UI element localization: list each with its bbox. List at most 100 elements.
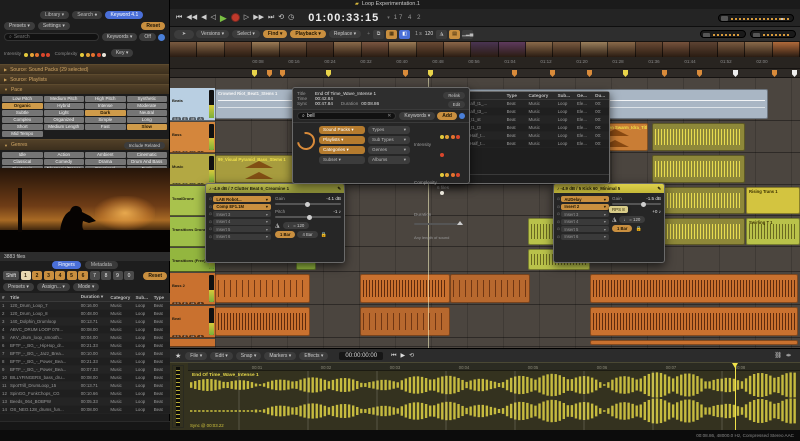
inspector-types-dropdown[interactable]: Types▾ bbox=[368, 126, 410, 134]
file-dropdown[interactable]: File ▾ bbox=[185, 352, 207, 360]
off-toggle-label[interactable]: Off bbox=[139, 33, 156, 41]
inspector-intensity-dots[interactable] bbox=[440, 126, 465, 162]
intensity-dot[interactable] bbox=[46, 53, 50, 57]
power-icon[interactable]: ⏻ bbox=[209, 205, 212, 209]
file-row[interactable]: 13Beeds_064_BOBPW00:05.33MusicLoopBeat bbox=[0, 398, 170, 406]
track-m-button[interactable]: M bbox=[189, 335, 196, 338]
genre-button-classical[interactable]: Classical bbox=[2, 159, 43, 165]
finger-key-4[interactable]: 4 bbox=[55, 271, 65, 280]
track-header-music[interactable]: Music0.0EMALINK bbox=[170, 154, 215, 185]
waveform-view-icon[interactable]: ▁▂▄ bbox=[462, 30, 473, 39]
metronome-icon[interactable]: ◮ bbox=[612, 216, 617, 223]
file-row[interactable]: 11SpotTrill_DrumLoop_1500:13.71MusicLoop… bbox=[0, 382, 170, 390]
intensity-dot[interactable] bbox=[445, 135, 449, 139]
track-e-button[interactable]: E bbox=[182, 215, 188, 216]
genre-button-cinematic[interactable]: Cinematic bbox=[127, 152, 168, 158]
key-dropdown[interactable]: Key ▾ bbox=[111, 49, 134, 57]
pace-button-low-pitch[interactable]: Low Pitch bbox=[2, 96, 43, 102]
finger-key-0[interactable]: 0 bbox=[124, 271, 134, 280]
finger-reset-button[interactable]: Reset bbox=[143, 272, 167, 280]
wave-playhead[interactable] bbox=[735, 363, 736, 431]
fast-forward-button[interactable]: ▶▶ bbox=[253, 13, 264, 23]
pace-button-organized[interactable]: Organized bbox=[44, 117, 85, 123]
pace-button-medium-length[interactable]: Medium Length bbox=[44, 124, 85, 130]
clip-swirling-t-1[interactable]: Swirling T 1 bbox=[746, 218, 800, 245]
intensity-dot[interactable] bbox=[456, 135, 460, 139]
power-icon[interactable]: ⏻ bbox=[209, 227, 212, 231]
timeline-marker[interactable] bbox=[326, 70, 331, 77]
power-icon[interactable]: ⏻ bbox=[557, 205, 560, 209]
replace-dropdown[interactable]: Replace ▾ bbox=[329, 30, 361, 38]
favorite-star-icon[interactable]: ★ bbox=[175, 352, 181, 360]
timeline-marker[interactable] bbox=[267, 70, 272, 77]
insert-insert-5[interactable]: Insert 5▾ bbox=[213, 226, 271, 232]
track-e-button[interactable]: E bbox=[182, 151, 188, 153]
column-header-type[interactable]: Type bbox=[505, 92, 527, 100]
finger-key-3[interactable]: 3 bbox=[44, 271, 54, 280]
complexity-dot[interactable] bbox=[445, 173, 449, 177]
editor-loop-button[interactable]: ⟲ bbox=[409, 351, 414, 361]
snap-dropdown[interactable]: Snap ▾ bbox=[236, 352, 262, 360]
file-row[interactable]: 5AKV_drum_loop_smooth...00:04.00MusicLoo… bbox=[0, 334, 170, 342]
edit-button[interactable]: Edit bbox=[448, 101, 465, 108]
column-header-du[interactable]: Du... bbox=[593, 92, 609, 100]
file-row[interactable]: 9BFTF_-_BG_-_Power_Bea...00:07.33MusicLo… bbox=[0, 366, 170, 374]
timeline-marker[interactable] bbox=[512, 70, 517, 77]
layout-tiles-icon[interactable]: ⧉ bbox=[373, 30, 384, 39]
clip[interactable] bbox=[652, 218, 745, 245]
finger-key-8[interactable]: 8 bbox=[101, 271, 111, 280]
intensity-dot[interactable] bbox=[24, 53, 28, 57]
file-row[interactable]: 7BFTF_-_BG_-_Jazz_Brea...00:10.00MusicLo… bbox=[0, 350, 170, 358]
inspector-genres-dropdown[interactable]: Genres▾ bbox=[368, 146, 410, 154]
quantize-grid-icon[interactable]: ▤ bbox=[449, 30, 460, 39]
intensity-dot[interactable] bbox=[35, 53, 39, 57]
track-m-button[interactable]: M bbox=[189, 183, 196, 185]
column-header-category[interactable]: Category bbox=[526, 92, 555, 100]
track-m-button[interactable]: M bbox=[189, 117, 196, 121]
inspector-keywords-dropdown[interactable]: Keywords ▾ bbox=[399, 112, 435, 120]
intensity-dot[interactable] bbox=[440, 153, 444, 157]
power-icon[interactable]: ⏻ bbox=[209, 197, 212, 201]
pace-button-fast[interactable]: Fast bbox=[85, 124, 126, 130]
toolbar-plus-icon[interactable]: + bbox=[367, 31, 370, 37]
timeline-marker[interactable] bbox=[697, 70, 702, 77]
insert-insert-3[interactable]: Insert 3▾ bbox=[213, 211, 271, 217]
timeline-marker[interactable] bbox=[403, 70, 408, 77]
complexity-dot[interactable] bbox=[451, 173, 455, 177]
clock-button[interactable]: ◷ bbox=[288, 13, 294, 23]
file-row[interactable]: 2120_Drum_Loop_800:48.00MusicLoopBeat bbox=[0, 310, 170, 318]
inspector-search-input[interactable]: ⌕ bell ✕ bbox=[297, 112, 396, 120]
clip[interactable] bbox=[215, 307, 310, 336]
intensity-dots[interactable] bbox=[24, 44, 52, 62]
finger-key-7[interactable]: 7 bbox=[90, 271, 100, 280]
pace-button-intense[interactable]: Intense bbox=[85, 103, 126, 109]
gain-slider[interactable] bbox=[612, 203, 661, 205]
complexity-dot[interactable] bbox=[86, 53, 90, 57]
search-input[interactable]: ⌕ Search bbox=[4, 33, 99, 41]
inspector-sound-packs-button[interactable]: Sound Packs ▾ bbox=[319, 126, 365, 134]
file-row[interactable]: 6BFTF_-_BG_-_HipHop_dr...00:21.33MusicLo… bbox=[0, 342, 170, 350]
finger-key-5[interactable]: 5 bbox=[67, 271, 77, 280]
pace-button-mid-tempo[interactable]: Mid Tempo bbox=[2, 131, 43, 137]
edit-dropdown[interactable]: Edit ▾ bbox=[210, 352, 233, 360]
inspector-complexity-dots[interactable] bbox=[440, 164, 465, 200]
power-icon[interactable]: ⏻ bbox=[557, 197, 560, 201]
filter-toggle[interactable] bbox=[158, 34, 165, 41]
intensity-dot[interactable] bbox=[41, 53, 45, 57]
column-header-title[interactable]: Title bbox=[8, 293, 79, 302]
find-dropdown[interactable]: Find ▾ bbox=[263, 30, 287, 38]
master-level-meter[interactable] bbox=[718, 14, 794, 22]
clip[interactable] bbox=[450, 274, 530, 303]
pace-button-slow[interactable]: Slow bbox=[127, 124, 168, 130]
pace-button-short[interactable]: Short bbox=[2, 124, 43, 130]
section-genres[interactable]: ▼Genres Include Related bbox=[0, 139, 169, 150]
timecode-mode-dropdown[interactable]: ▾ bbox=[387, 15, 390, 21]
clear-search-icon[interactable]: ✕ bbox=[387, 113, 391, 119]
tempo-value[interactable]: 120 bbox=[425, 31, 433, 37]
rewind-button[interactable]: ◀◀ bbox=[186, 13, 197, 23]
timeline-marker[interactable] bbox=[733, 70, 738, 77]
track-header-bass-2[interactable]: Bass 20.0EMALINK bbox=[170, 273, 215, 305]
track-a-button[interactable]: A bbox=[197, 302, 203, 305]
power-icon[interactable]: ⏻ bbox=[209, 235, 212, 239]
pace-button-synthetic[interactable]: Synthetic bbox=[127, 96, 168, 102]
